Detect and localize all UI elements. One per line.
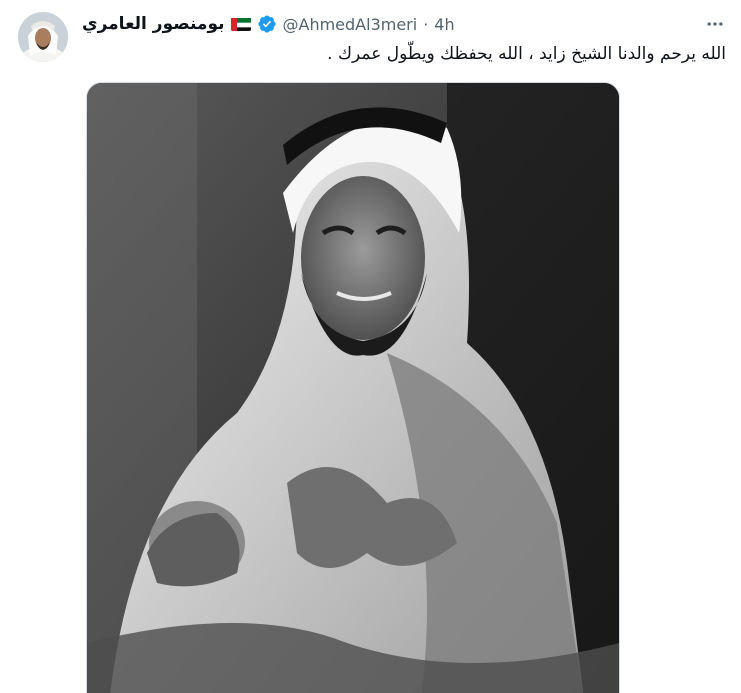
portrait-photo (87, 83, 619, 693)
tweet-header: بومنصور العامري @AhmedAl3meri · 4h (82, 11, 455, 37)
tweet[interactable]: بومنصور العامري @AhmedAl3meri · 4h الله … (0, 0, 741, 693)
tweet-photo[interactable] (86, 82, 620, 693)
author-display-name[interactable]: بومنصور العامري (82, 14, 225, 34)
avatar-image (18, 12, 68, 62)
verified-badge-icon (257, 14, 277, 34)
avatar[interactable] (18, 12, 68, 62)
uae-flag-icon (230, 17, 251, 31)
tweet-text: الله يرحم والدنا الشيخ زايد ، الله يحفظك… (327, 44, 726, 64)
more-options-icon[interactable] (703, 14, 727, 34)
tweet-timestamp[interactable]: 4h (434, 15, 454, 34)
separator-dot: · (423, 14, 429, 34)
author-handle[interactable]: @AhmedAl3meri (283, 15, 418, 34)
